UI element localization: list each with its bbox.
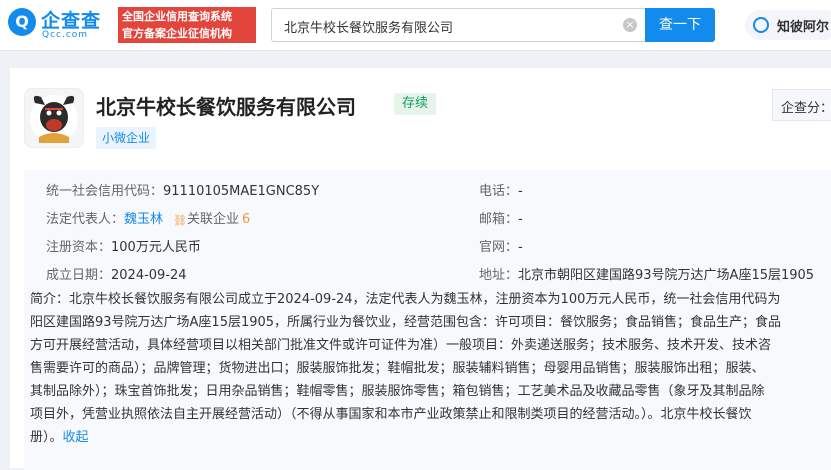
address-value[interactable]: 北京市朝阳区建国路93号院万达广场A座15层1905 xyxy=(518,268,814,283)
intro-line: 阳区建国路93号院万达广场A座15层1905，所属行业为餐饮业，经营范围包含：许… xyxy=(30,315,782,330)
clear-icon[interactable]: × xyxy=(623,18,637,32)
company-intro: 简介：北京牛校长餐饮服务有限公司成立于2024-09-24，法定代表人为魏玉林，… xyxy=(30,288,831,449)
bull-logo-icon xyxy=(30,95,78,143)
phone-value: - xyxy=(518,184,523,199)
credit-code-value[interactable]: 91110105MAE1GNC85Y xyxy=(163,184,319,199)
company-avatar xyxy=(24,88,84,148)
intro-last-text: 册）。 xyxy=(30,430,63,445)
logo-domain: Qcc.com xyxy=(42,30,89,40)
legal-rep-row: 法定代表人：魏玉林 ⛓关联企业 6 xyxy=(46,208,250,227)
phone-row: 电话：- xyxy=(479,180,523,199)
slogan-banner: 全国企业信用查询系统 官方备案企业征信机构 xyxy=(118,7,256,43)
website-label: 官网： xyxy=(479,240,519,255)
slogan-line-2: 官方备案企业征信机构 xyxy=(122,27,232,40)
email-row: 邮箱：- xyxy=(479,208,523,227)
ai-icon xyxy=(753,17,769,33)
email-value: - xyxy=(518,212,523,227)
intro-line: 方可开展经营活动，具体经营项目以相关部门批准文件或许可证件为准）一般项目：外卖递… xyxy=(30,338,772,353)
intro-line: 售需要许可的商品）；品牌管理；货物进出口；服装服饰批发；鞋帽批发；服装辅料销售；… xyxy=(30,361,765,376)
logo-mark-icon: Q xyxy=(8,8,36,36)
logo-text: 企查查 xyxy=(41,10,102,32)
company-name: 北京牛校长餐饮服务有限公司 xyxy=(96,95,356,119)
website-value: - xyxy=(518,240,523,255)
collapse-link[interactable]: 收起 xyxy=(63,430,89,445)
credit-code-row: 统一社会信用代码：91110105MAE1GNC85Y xyxy=(46,180,319,199)
intro-last-line: 册）。收起 xyxy=(30,426,831,449)
ai-label: 知彼阿尔 xyxy=(777,20,830,35)
founded-value: 2024-09-24 xyxy=(111,268,187,283)
related-company-label[interactable]: 关联企业 xyxy=(187,212,239,227)
legal-rep-label: 法定代表人： xyxy=(46,212,125,227)
intro-line: 其制品除外）；珠宝首饰批发；日用杂品销售；鞋帽零售；服装服饰零售；箱包销售；工艺… xyxy=(30,384,765,399)
ai-assistant-button[interactable]: 知彼阿尔 xyxy=(745,10,831,40)
search-box: × xyxy=(271,8,645,42)
capital-row: 注册资本：100万元人民币 xyxy=(46,236,201,255)
capital-value: 100万元人民币 xyxy=(111,240,201,255)
email-label: 邮箱： xyxy=(479,212,519,227)
intro-line: 简介：北京牛校长餐饮服务有限公司成立于2024-09-24，法定代表人为魏玉林，… xyxy=(30,292,781,307)
related-company-count[interactable]: 6 xyxy=(242,212,250,227)
slogan-line-1: 全国企业信用查询系统 xyxy=(122,10,232,23)
intro-line: 项目外，凭营业执照依法自主开展经营活动）（不得从事国家和本市产业政策禁止和限制类… xyxy=(30,407,752,422)
address-row: 地址：北京市朝阳区建国路93号院万达广场A座15层1905 xyxy=(479,264,814,283)
search-input[interactable] xyxy=(282,15,616,37)
address-label: 地址： xyxy=(479,268,519,283)
score-box[interactable]: 企查分： xyxy=(772,89,831,121)
status-badge: 存续 xyxy=(394,93,437,115)
capital-label: 注册资本： xyxy=(46,240,112,255)
credit-code-label: 统一社会信用代码： xyxy=(46,184,164,199)
score-label: 企查分： xyxy=(781,101,831,116)
website-row: 官网：- xyxy=(479,236,523,255)
phone-label: 电话： xyxy=(479,184,519,199)
qcc-logo[interactable]: Q 企查查 Qcc.com xyxy=(8,7,112,43)
search-button[interactable]: 查一下 xyxy=(645,8,715,42)
top-bar: Q 企查查 Qcc.com 全国企业信用查询系统 官方备案企业征信机构 × 查一… xyxy=(0,0,831,51)
founded-label: 成立日期： xyxy=(46,268,112,283)
legal-rep-link[interactable]: 魏玉林 xyxy=(124,212,163,227)
company-card: 北京牛校长餐饮服务有限公司 存续 小微企业 企查分： 统一社会信用代码：9111… xyxy=(10,68,831,470)
founded-row: 成立日期：2024-09-24 xyxy=(46,264,187,283)
related-company-icon: ⛓ xyxy=(173,214,187,227)
size-tag[interactable]: 小微企业 xyxy=(96,127,157,149)
